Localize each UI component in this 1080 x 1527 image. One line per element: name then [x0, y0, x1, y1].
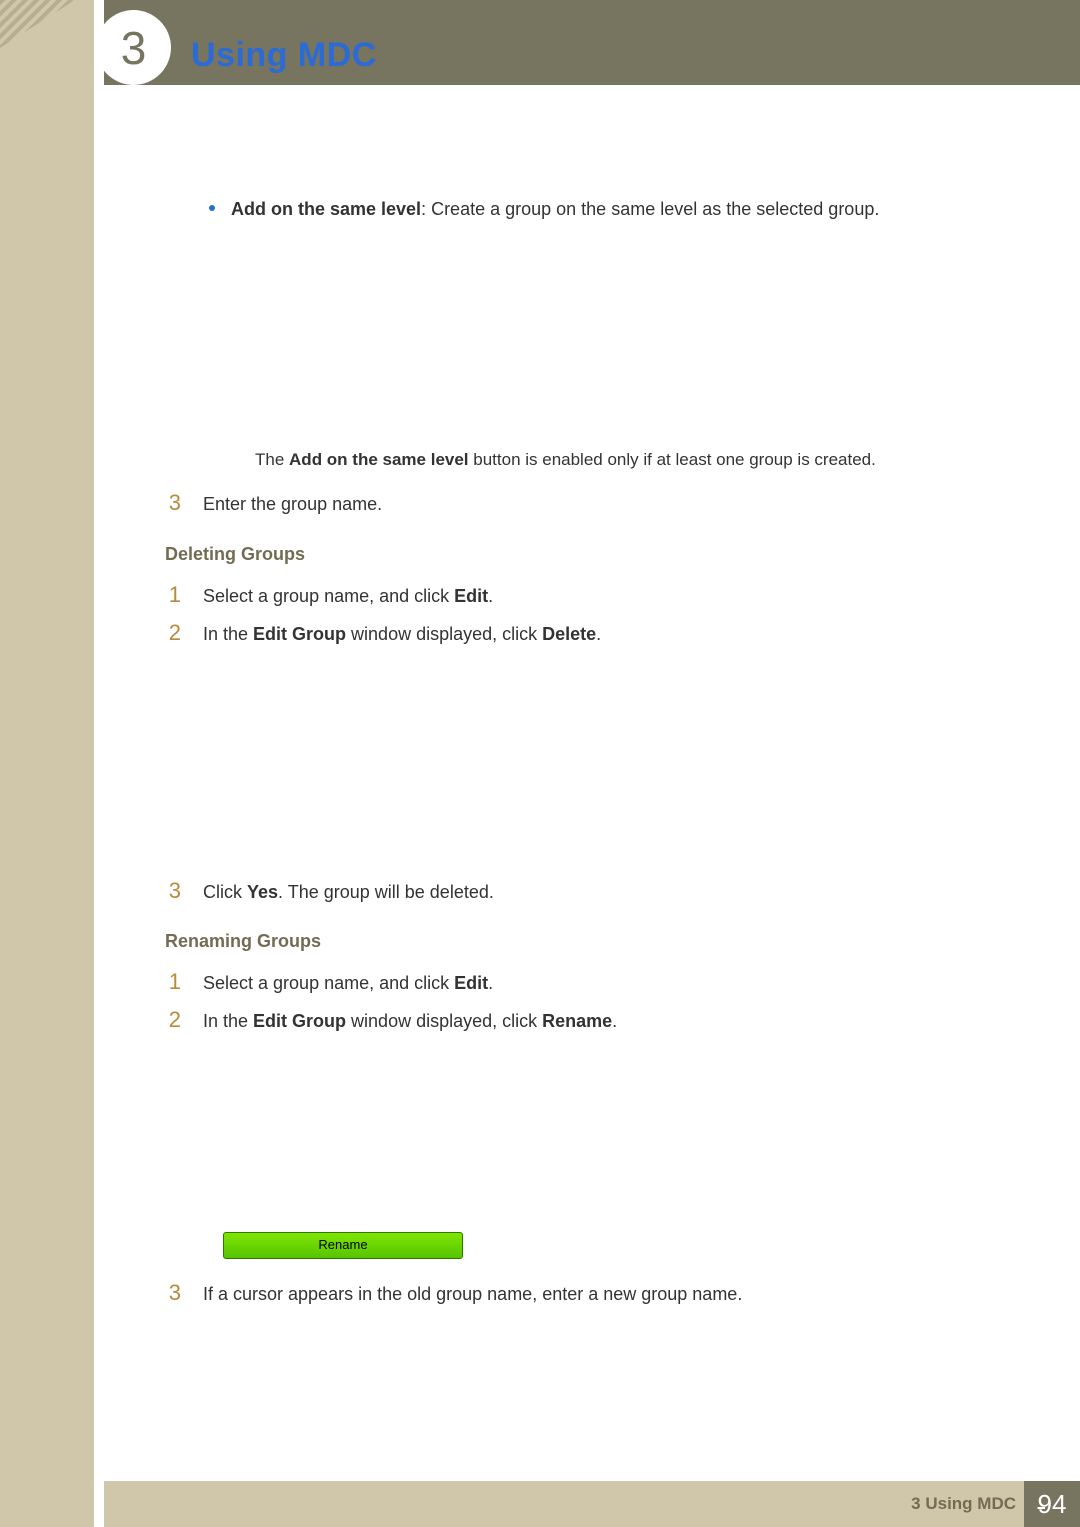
rename-step-1: 1 Select a group name, and click Edit.: [165, 966, 1010, 998]
step-text: Click Yes. The group will be deleted.: [203, 879, 494, 905]
step-number: 3: [165, 875, 181, 907]
rename-button[interactable]: Rename: [223, 1232, 463, 1259]
text-suffix: .: [612, 1011, 617, 1031]
text-suffix: . The group will be deleted.: [278, 882, 494, 902]
footer-page-number: 94: [1038, 1489, 1067, 1520]
rename-button-label: Rename: [318, 1236, 367, 1255]
delete-step-3: 3 Click Yes. The group will be deleted.: [165, 875, 1010, 907]
text-bold-2: Rename: [542, 1011, 612, 1031]
chapter-number: 3: [121, 21, 147, 75]
text-prefix: In the: [203, 624, 253, 644]
step-text: If a cursor appears in the old group nam…: [203, 1281, 742, 1307]
footer-page-number-box: 94: [1024, 1481, 1080, 1527]
bullet-suffix: : Create a group on the same level as th…: [421, 199, 879, 219]
chapter-badge: 3: [96, 10, 171, 85]
note-suffix: button is enabled only if at least one g…: [469, 450, 876, 469]
subheading-renaming-groups: Renaming Groups: [165, 928, 1010, 954]
text-bold: Edit: [454, 586, 488, 606]
step-number: 1: [165, 966, 181, 998]
step-number: 3: [165, 487, 181, 519]
screenshot-placeholder-3: [223, 1054, 1010, 1214]
rename-button-illustration: Rename: [223, 1232, 1010, 1259]
delete-step-1: 1 Select a group name, and click Edit.: [165, 579, 1010, 611]
text-bold: Edit: [454, 973, 488, 993]
text-suffix: .: [488, 586, 493, 606]
step-enter-group-name: 3 Enter the group name.: [165, 487, 1010, 519]
text-mid: window displayed, click: [346, 624, 542, 644]
screenshot-placeholder-1: [223, 240, 1010, 430]
text-bold: Yes: [247, 882, 278, 902]
step-text: In the Edit Group window displayed, clic…: [203, 1008, 617, 1034]
delete-step-2: 2 In the Edit Group window displayed, cl…: [165, 617, 1010, 649]
left-rail-divider: [94, 0, 104, 1527]
text-mid: window displayed, click: [346, 1011, 542, 1031]
step-text: Select a group name, and click Edit.: [203, 970, 493, 996]
step-number: 1: [165, 579, 181, 611]
left-rail: [0, 0, 104, 1527]
text-prefix: Click: [203, 882, 247, 902]
step-text: Select a group name, and click Edit.: [203, 583, 493, 609]
bullet-add-same-level: Add on the same level: Create a group on…: [209, 196, 1010, 222]
subheading-deleting-groups: Deleting Groups: [165, 541, 1010, 567]
content-area: Add on the same level: Create a group on…: [165, 190, 1010, 1447]
rename-step-2: 2 In the Edit Group window displayed, cl…: [165, 1004, 1010, 1036]
corner-hatch-decoration: [0, 0, 75, 48]
bullet-text: Add on the same level: Create a group on…: [231, 196, 879, 222]
rename-step-3: 3 If a cursor appears in the old group n…: [165, 1277, 1010, 1309]
note-prefix: The: [255, 450, 289, 469]
step-number: 2: [165, 617, 181, 649]
text-prefix: In the: [203, 1011, 253, 1031]
text-prefix: Select a group name, and click: [203, 973, 454, 993]
step-number: 2: [165, 1004, 181, 1036]
screenshot-placeholder-2: [223, 667, 1010, 857]
text-prefix: Select a group name, and click: [203, 586, 454, 606]
text-suffix: .: [488, 973, 493, 993]
footer-bar: 3 Using MDC 94: [104, 1481, 1080, 1527]
bullet-label: Add on the same level: [231, 199, 421, 219]
bullet-dot-icon: [209, 205, 215, 211]
note-add-same-level: The Add on the same level button is enab…: [255, 448, 1010, 473]
text-bold-2: Delete: [542, 624, 596, 644]
footer-chapter-label: 3 Using MDC: [911, 1494, 1016, 1514]
note-bold: Add on the same level: [289, 450, 469, 469]
step-text: Enter the group name.: [203, 491, 382, 517]
page-title: Using MDC: [191, 36, 377, 75]
text-suffix: .: [596, 624, 601, 644]
step-number: 3: [165, 1277, 181, 1309]
step-text: In the Edit Group window displayed, clic…: [203, 621, 601, 647]
text-bold-1: Edit Group: [253, 624, 346, 644]
text-bold-1: Edit Group: [253, 1011, 346, 1031]
page-root: 3 Using MDC Add on the same level: Creat…: [0, 0, 1080, 1527]
